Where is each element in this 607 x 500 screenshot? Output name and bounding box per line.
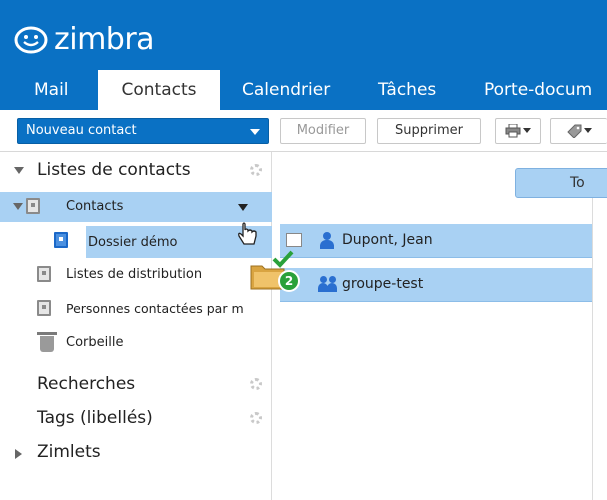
collapse-arrow-icon[interactable]: [14, 167, 24, 174]
address-book-icon: [54, 232, 68, 248]
contacts-sidebar: Listes de contacts Contacts Dossier démo…: [0, 152, 272, 500]
sidebar-item-label: Listes de distribution: [66, 267, 203, 282]
searches-header[interactable]: Recherches: [0, 372, 272, 400]
pane-divider[interactable]: [592, 198, 593, 500]
tab-contacts[interactable]: Contacts: [98, 70, 220, 110]
tag-icon: [567, 124, 582, 139]
app-header: zimbra Mail Contacts Calendrier Tâches P…: [0, 0, 607, 110]
sidebar-item-emailed-contacts[interactable]: Personnes contactées par m: [0, 296, 272, 322]
tags-title: Tags (libellés): [37, 408, 153, 428]
row-checkbox[interactable]: [286, 233, 302, 247]
chevron-down-icon[interactable]: [238, 204, 248, 211]
view-toggle-button[interactable]: To: [515, 168, 607, 198]
sidebar-item-label: Contacts: [66, 199, 124, 214]
sidebar-item-label: Personnes contactées par m: [66, 301, 244, 316]
group-icon: [318, 276, 338, 294]
contact-list-pane: To Dupont, Jean groupe-test: [273, 152, 607, 500]
contacts-toolbar: Nouveau contact Modifier Supprimer: [0, 110, 607, 152]
contact-lists-header[interactable]: Listes de contacts: [0, 158, 272, 184]
searches-title: Recherches: [37, 374, 136, 394]
person-icon: [320, 232, 334, 250]
chevron-down-icon: [523, 128, 531, 133]
table-row[interactable]: Dupont, Jean: [280, 224, 592, 258]
expand-arrow-icon[interactable]: [15, 449, 22, 459]
contact-name: Dupont, Jean: [342, 232, 433, 248]
gear-icon[interactable]: [250, 412, 262, 424]
table-row[interactable]: groupe-test: [280, 268, 592, 302]
sidebar-item-label: Corbeille: [66, 335, 124, 350]
sidebar-item-dossier-demo[interactable]: Dossier démo: [0, 226, 272, 258]
tab-porte-documents[interactable]: Porte-docum: [484, 70, 607, 110]
contact-lists-title: Listes de contacts: [37, 160, 191, 180]
collapse-arrow-icon[interactable]: [13, 203, 23, 210]
gear-icon[interactable]: [250, 378, 262, 390]
gear-icon[interactable]: [250, 164, 262, 176]
new-contact-label: Nouveau contact: [26, 123, 137, 138]
zimbra-logo[interactable]: zimbra: [14, 20, 155, 60]
chevron-down-icon[interactable]: [250, 129, 260, 135]
trash-icon: [37, 332, 57, 352]
address-book-icon: [26, 198, 40, 214]
address-book-icon: [37, 266, 51, 282]
tab-mail[interactable]: Mail: [34, 70, 88, 110]
new-contact-button[interactable]: Nouveau contact: [17, 118, 269, 144]
tag-button[interactable]: [550, 118, 607, 144]
zimbra-logo-icon: [14, 26, 48, 54]
address-book-icon: [37, 300, 51, 316]
delete-button[interactable]: Supprimer: [377, 118, 481, 144]
edit-button[interactable]: Modifier: [280, 118, 366, 144]
sidebar-item-contacts[interactable]: Contacts: [0, 192, 272, 222]
sidebar-item-trash[interactable]: Corbeille: [0, 330, 272, 356]
chevron-down-icon: [584, 128, 592, 133]
app-tabs: Mail Contacts Calendrier Tâches Porte-do…: [0, 70, 607, 110]
zimlets-header[interactable]: Zimlets: [0, 440, 272, 468]
sidebar-item-distribution-lists[interactable]: Listes de distribution: [0, 262, 272, 288]
tags-header[interactable]: Tags (libellés): [0, 406, 272, 434]
tab-calendrier[interactable]: Calendrier: [242, 70, 352, 110]
zimbra-wordmark: zimbra: [54, 22, 155, 57]
zimlets-title: Zimlets: [37, 442, 101, 462]
sidebar-item-label: Dossier démo: [88, 235, 178, 250]
printer-icon: [505, 123, 521, 137]
contact-name: groupe-test: [342, 276, 424, 292]
tab-taches[interactable]: Tâches: [378, 70, 448, 110]
print-button[interactable]: [495, 118, 541, 144]
